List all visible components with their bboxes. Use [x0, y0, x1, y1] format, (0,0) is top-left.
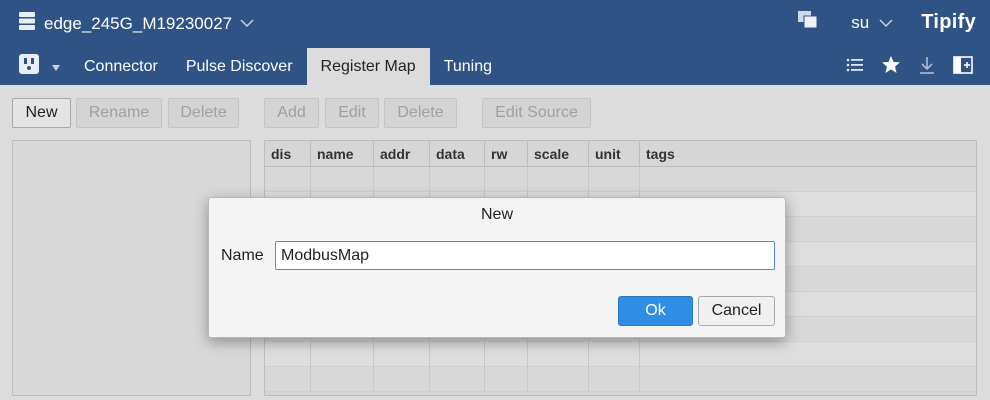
table-cell: [311, 167, 374, 192]
table-cell: [485, 167, 528, 192]
table-row[interactable]: [265, 367, 976, 392]
table-cell: [640, 342, 976, 367]
tab-connector[interactable]: Connector: [70, 48, 172, 85]
column-header-tags[interactable]: tags: [640, 141, 976, 167]
add-button[interactable]: Add: [264, 98, 319, 128]
table-cell: [485, 342, 528, 367]
star-icon[interactable]: [880, 54, 902, 76]
tab-register-map[interactable]: Register Map: [306, 48, 430, 85]
chevron-down-icon: [240, 15, 254, 33]
column-header-data[interactable]: data: [430, 141, 485, 167]
table-cell: [589, 167, 640, 192]
tab-list: Connector Pulse Discover Register Map Tu…: [70, 48, 506, 85]
table-cell: [589, 342, 640, 367]
column-header-unit[interactable]: unit: [589, 141, 640, 167]
table-cell: [374, 342, 430, 367]
column-header-dis[interactable]: dis: [265, 141, 311, 167]
table-row[interactable]: [265, 342, 976, 367]
table-cell: [640, 367, 976, 392]
column-header-rw[interactable]: rw: [485, 141, 528, 167]
table-cell: [265, 367, 311, 392]
panel-add-icon[interactable]: [952, 54, 974, 76]
caret-down-icon: [52, 58, 60, 76]
table-cell: [430, 367, 485, 392]
brand-logo: Tipify: [921, 11, 976, 33]
name-label: Name: [221, 247, 264, 264]
new-button[interactable]: New: [12, 98, 71, 128]
tab-tuning[interactable]: Tuning: [430, 48, 506, 85]
user-menu[interactable]: su: [851, 13, 893, 33]
edit-button[interactable]: Edit: [325, 98, 379, 128]
top-bar: edge_245G_M19230027 su Tipify: [0, 0, 990, 45]
column-header-name[interactable]: name: [311, 141, 374, 167]
chevron-down-icon: [879, 13, 893, 33]
plug-icon: [18, 53, 40, 80]
table-cell: [311, 342, 374, 367]
dialog-title: New: [480, 206, 513, 223]
new-map-dialog: New Name Ok Cancel: [208, 197, 786, 338]
table-cell: [528, 367, 589, 392]
table-cell: [374, 367, 430, 392]
table-cell: [265, 167, 311, 192]
ok-button[interactable]: Ok: [618, 296, 693, 326]
windows-icon[interactable]: [797, 10, 819, 35]
device-selector[interactable]: edge_245G_M19230027: [18, 11, 254, 36]
table-cell: [485, 367, 528, 392]
user-name: su: [851, 12, 870, 32]
rename-button[interactable]: Rename: [76, 98, 162, 128]
delete-map-button[interactable]: Delete: [168, 98, 239, 128]
table-cell: [374, 167, 430, 192]
table-cell: [311, 367, 374, 392]
tab-pulse-discover[interactable]: Pulse Discover: [172, 48, 307, 85]
list-icon[interactable]: [844, 54, 866, 76]
cancel-button[interactable]: Cancel: [698, 296, 775, 326]
top-right-controls: su Tipify: [797, 10, 976, 35]
plug-menu[interactable]: [18, 53, 60, 80]
table-cell: [265, 342, 311, 367]
table-cell: [640, 167, 976, 192]
name-input[interactable]: [275, 241, 775, 270]
device-name: edge_245G_M19230027: [44, 13, 233, 33]
nav-bar: Connector Pulse Discover Register Map Tu…: [0, 45, 990, 85]
delete-register-button[interactable]: Delete: [384, 98, 457, 128]
column-header-scale[interactable]: scale: [528, 141, 589, 167]
download-icon[interactable]: [916, 54, 938, 76]
column-header-addr[interactable]: addr: [374, 141, 430, 167]
table-row[interactable]: [265, 167, 976, 192]
edit-source-button[interactable]: Edit Source: [482, 98, 591, 128]
table-cell: [528, 167, 589, 192]
table-cell: [430, 342, 485, 367]
table-cell: [589, 367, 640, 392]
table-cell: [430, 167, 485, 192]
table-header: dis name addr data rw scale unit tags: [265, 141, 976, 167]
table-cell: [528, 342, 589, 367]
nav-right-icons: [844, 54, 974, 76]
server-stack-icon: [18, 11, 36, 36]
